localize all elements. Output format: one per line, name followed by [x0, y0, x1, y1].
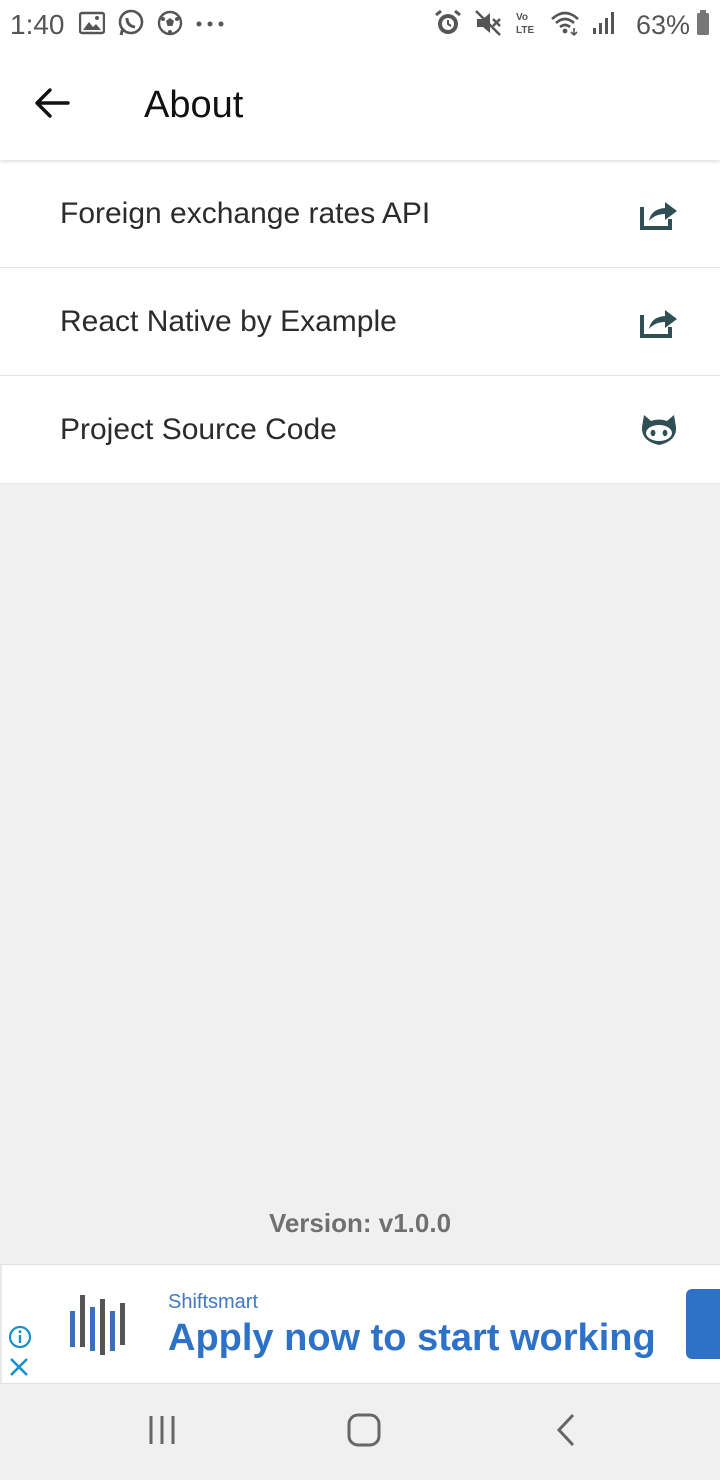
gallery-icon [78, 11, 105, 40]
wifi-icon [550, 10, 580, 41]
ad-advertiser: Shiftsmart [168, 1291, 259, 1313]
list-item-forex-api[interactable]: Foreign exchange rates API [0, 160, 720, 268]
svg-text:LTE: LTE [516, 25, 534, 36]
back-button[interactable] [24, 77, 80, 133]
close-icon[interactable] [8, 1356, 30, 1378]
system-nav-bar [0, 1384, 720, 1480]
system-back-button[interactable] [546, 1412, 586, 1452]
status-time: 1:40 [10, 9, 65, 40]
chevron-left-icon [551, 1412, 581, 1453]
list-item-label: React Native by Example [60, 304, 397, 338]
list-item-label: Project Source Code [60, 412, 337, 446]
page-title: About [144, 83, 244, 126]
share-external-icon [638, 193, 680, 235]
list-item-label: Foreign exchange rates API [60, 196, 431, 230]
info-icon[interactable] [8, 1325, 32, 1349]
status-right-group: Vo LTE 63% [434, 9, 710, 42]
about-list: Foreign exchange rates API React Native … [0, 160, 720, 484]
ad-headline[interactable]: Apply now to start working [168, 1317, 656, 1360]
battery-percent: 63% [635, 9, 690, 40]
whatsapp-icon [117, 9, 145, 42]
ad-banner[interactable]: Shiftsmart Apply now to start working [0, 1264, 720, 1384]
soccer-ball-icon [157, 10, 183, 41]
share-external-icon [638, 301, 680, 343]
svg-text:Vo: Vo [516, 12, 528, 23]
ad-cta-button[interactable] [686, 1289, 720, 1359]
alarm-icon [434, 9, 462, 42]
home-button[interactable] [344, 1412, 384, 1452]
status-bar: 1:40 Vo LTE 63% [0, 0, 720, 50]
app-header: About [0, 50, 720, 160]
volte-icon: Vo LTE [514, 9, 538, 42]
list-item-react-native[interactable]: React Native by Example [0, 268, 720, 376]
version-label: Version: v1.0.0 [268, 1208, 452, 1238]
more-dots-icon [195, 16, 225, 34]
home-icon [346, 1412, 382, 1453]
arrow-left-icon [34, 87, 70, 124]
recent-apps-icon [145, 1413, 179, 1452]
signal-icon [592, 10, 618, 41]
recent-apps-button[interactable] [142, 1412, 182, 1452]
mute-icon [474, 9, 502, 42]
advertiser-logo-icon [66, 1285, 126, 1365]
list-item-source-code[interactable]: Project Source Code [0, 376, 720, 484]
battery-icon [696, 9, 710, 41]
github-icon [638, 409, 680, 451]
